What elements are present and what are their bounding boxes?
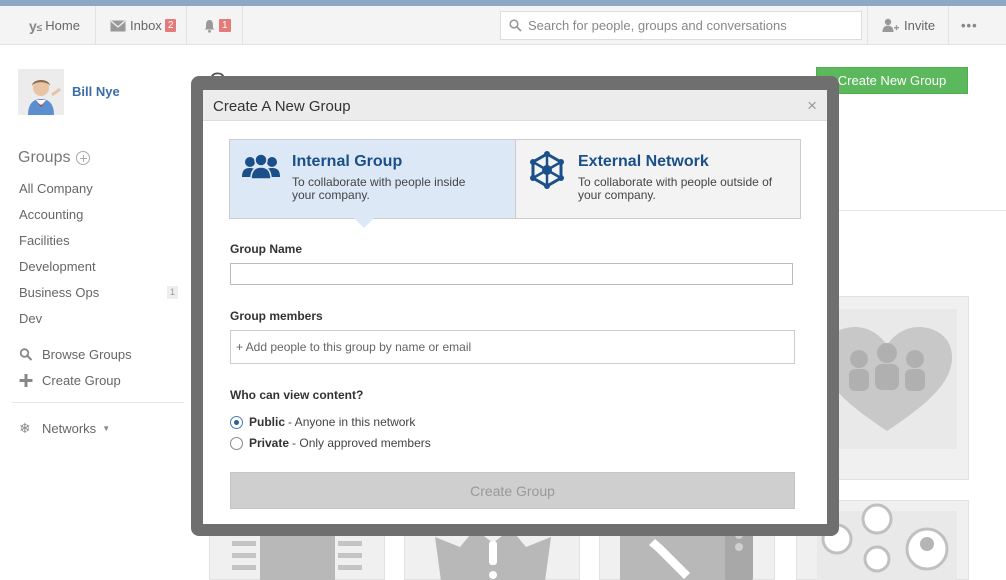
internal-group-description: To collaborate with people inside your c…: [292, 175, 466, 202]
visibility-option-public[interactable]: Public - Anyone in this network: [230, 415, 415, 429]
nav-inbox-label: Inbox: [130, 18, 162, 33]
browse-groups-link[interactable]: Browse Groups: [19, 347, 132, 362]
nav-divider: [186, 6, 187, 45]
groups-heading-label: Groups: [18, 149, 71, 166]
internal-group-title: Internal Group: [292, 153, 403, 170]
external-network-text: External Network To collaborate with peo…: [578, 153, 778, 218]
close-icon[interactable]: ×: [807, 96, 817, 116]
nav-divider: [242, 6, 243, 45]
sidebar-item-facilities[interactable]: Facilities: [19, 233, 70, 248]
search-icon: [19, 348, 33, 361]
group-name-label: Group Name: [230, 242, 303, 256]
page-divider: [836, 210, 1006, 211]
more-options-button[interactable]: •••: [961, 6, 978, 45]
group-type-selector: Internal Group To collaborate with peopl…: [229, 139, 801, 228]
group-members-field[interactable]: [230, 330, 795, 364]
public-option-title: Public: [249, 415, 286, 429]
sidebar-item-accounting[interactable]: Accounting: [19, 207, 83, 222]
create-group-dialog: Create A New Group × Internal Group To c…: [203, 90, 827, 524]
external-network-description: To collaborate with people outside of yo…: [578, 175, 773, 202]
dialog-title: Create A New Group: [213, 98, 351, 115]
group-name-field[interactable]: [230, 263, 793, 285]
external-network-option[interactable]: External Network To collaborate with peo…: [515, 140, 800, 218]
private-option-description: - Only approved members: [292, 436, 431, 450]
network-hub-icon: [530, 151, 564, 189]
sidebar-item-dev[interactable]: Dev: [19, 311, 42, 326]
invite-person-icon: [882, 18, 899, 32]
internal-group-text: Internal Group To collaborate with peopl…: [292, 153, 492, 218]
add-group-icon[interactable]: [76, 151, 91, 165]
yammer-logo-icon: y≤: [29, 17, 43, 34]
user-name-link[interactable]: Bill Nye: [72, 84, 120, 99]
nav-home[interactable]: y≤ Home: [29, 6, 80, 45]
nav-invite[interactable]: Invite: [882, 6, 935, 45]
top-navigation-bar: y≤ Home Inbox 2 1 Invite: [0, 6, 1006, 45]
selection-pointer: [354, 218, 374, 228]
nav-divider: [867, 6, 868, 45]
visibility-label: Who can view content?: [230, 388, 364, 402]
snowflake-icon: ❄: [19, 420, 31, 436]
visibility-option-private[interactable]: Private - Only approved members: [230, 436, 431, 450]
public-radio[interactable]: [230, 415, 243, 429]
private-radio[interactable]: [230, 436, 243, 450]
bell-icon: [204, 19, 215, 33]
sidebar-item-business-ops[interactable]: Business Ops: [19, 285, 99, 300]
notifications-count-badge: 1: [219, 19, 231, 32]
people-group-icon: [242, 153, 280, 180]
caret-down-icon: ▼: [102, 424, 111, 433]
inbox-icon: [110, 20, 126, 31]
create-group-label: Create Group: [42, 373, 121, 388]
networks-label: Networks: [42, 421, 97, 436]
inbox-count-badge: 2: [164, 19, 177, 32]
external-network-title: External Network: [578, 153, 709, 170]
sidebar-item-development[interactable]: Development: [19, 259, 96, 274]
networks-menu[interactable]: ❄ Networks ▼: [19, 420, 110, 437]
public-option-description: - Anyone in this network: [288, 415, 416, 429]
plus-icon: [19, 374, 33, 387]
avatar[interactable]: [18, 69, 64, 115]
create-group-submit-button[interactable]: Create Group: [230, 472, 795, 509]
search-icon: [509, 19, 522, 32]
create-group-link[interactable]: Create Group: [19, 373, 121, 388]
nav-divider: [95, 6, 96, 45]
sidebar-divider: [12, 402, 184, 403]
private-option-title: Private: [249, 436, 290, 450]
business-ops-count-badge: 1: [167, 286, 178, 299]
sidebar-item-all-company[interactable]: All Company: [19, 181, 93, 196]
search-input[interactable]: [528, 18, 848, 33]
nav-invite-label: Invite: [904, 18, 936, 33]
groups-heading: Groups: [18, 149, 91, 167]
nav-notifications[interactable]: 1: [203, 6, 231, 45]
dialog-header: Create A New Group ×: [203, 90, 827, 121]
nav-divider: [948, 6, 949, 45]
search-bar[interactable]: [500, 11, 862, 40]
user-avatar-image: [18, 69, 64, 115]
internal-group-option[interactable]: Internal Group To collaborate with peopl…: [230, 140, 515, 228]
more-options-icon: •••: [961, 18, 978, 33]
nav-inbox[interactable]: Inbox 2: [110, 6, 177, 45]
nav-home-label: Home: [45, 18, 80, 33]
browse-groups-label: Browse Groups: [42, 347, 132, 362]
group-members-label: Group members: [230, 309, 323, 323]
